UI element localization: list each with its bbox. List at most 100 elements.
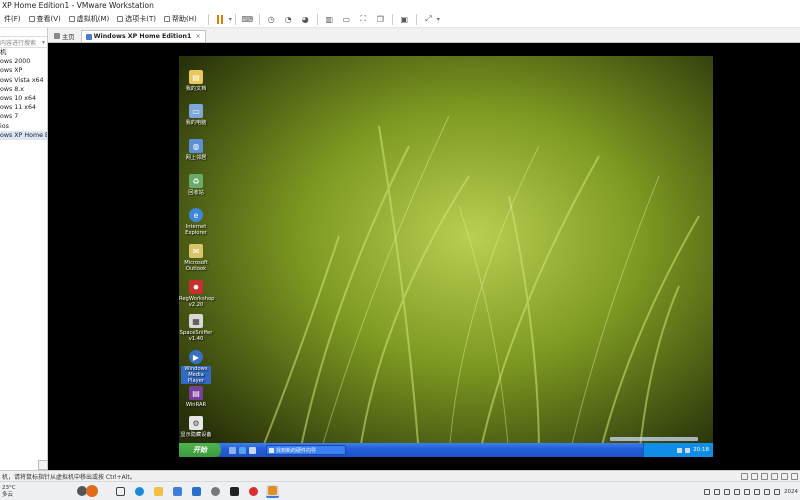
title-bar: XP Home Edition1 - VMware Workstation [0,0,800,11]
vmware-icon[interactable] [266,485,279,498]
guest-desktop[interactable]: ▤ 我的文档 ▭ 我的电脑 ◍ 网上邻居 ♻ 回收站 e Internet Ex… [179,56,713,457]
thumbnail-bar-icon[interactable]: ▭ [340,13,353,26]
desktop-icon-windows-media-player[interactable]: ▶ Windows Media Player [179,350,213,384]
network-adapter-icon[interactable] [761,472,768,480]
search-dropdown-icon[interactable]: ▾ [42,39,45,46]
tray-app-icon[interactable] [744,488,750,495]
tray-app-icon[interactable] [714,488,720,495]
toolbar-separator [316,13,318,25]
outlook-icon: ✉ [189,244,203,258]
start-button[interactable]: 开始 [179,443,221,457]
desktop-icon-internet-explorer[interactable]: e Internet Explorer [179,208,213,236]
device-icon: ⚙ [189,416,203,430]
desktop-icon-my-computer[interactable]: ▭ 我的电脑 [179,104,213,126]
unity-icon[interactable]: ❐ [374,13,387,26]
display-icon[interactable] [791,472,798,480]
library-item-macos[interactable]: ios [0,122,47,131]
task-view-icon[interactable] [114,485,127,498]
library-item-my-computer[interactable]: 机 [0,48,47,57]
tray-chevron-icon[interactable] [704,488,710,495]
desktop-icon-microsoft-outlook[interactable]: ✉ Microsoft Outlook [179,244,213,272]
send-ctrl-alt-del-icon[interactable]: ⌨ [241,13,254,26]
media-quicklaunch-icon[interactable] [249,446,256,454]
weather-widget[interactable]: 23°C 多云 [2,482,16,500]
stretch-guest-icon[interactable]: ⤢ [422,13,435,26]
library-panel: 内容进行搜索 ▾ 机 ows 2000 ows XP ows Vista x64… [0,28,48,470]
toolbar-separator [258,13,260,25]
terminal-icon[interactable] [228,485,241,498]
internet-explorer-icon: e [189,208,203,222]
weather-temperature: 23°C [2,484,16,491]
pinned-app-icons[interactable] [77,485,105,497]
vm-icon [68,16,75,22]
guest-taskbar: 开始 找到新的硬件向导 20:18 [179,443,713,457]
library-item-windows-2000[interactable]: ows 2000 [0,57,47,66]
scroll-right-button[interactable] [38,460,47,470]
store-icon[interactable] [171,485,184,498]
file-explorer-icon[interactable] [152,485,165,498]
edge-icon[interactable] [133,485,146,498]
menu-file[interactable]: 件(F) [0,11,25,28]
show-desktop-icon[interactable] [229,446,236,454]
library-item-windows-xp[interactable]: ows XP [0,66,47,75]
desktop-icon-network-places[interactable]: ◍ 网上邻居 [179,139,213,161]
library-item-windows-11[interactable]: ows 11 x64 [0,103,47,112]
hard-disk-icon[interactable] [741,472,748,480]
usb-icon[interactable] [771,472,778,480]
network-icon[interactable] [764,488,770,495]
desktop-icon-spacesniffer[interactable]: ▦ SpaceSniffer v1.40 [179,314,213,342]
show-library-icon[interactable]: ▥ [323,13,336,26]
snapshot-icon[interactable]: ◷ [265,13,278,26]
tab-vm[interactable]: Windows XP Home Edition1 × [80,30,206,42]
tray-app-icon[interactable] [724,488,730,495]
ie-quicklaunch-icon[interactable] [239,446,246,454]
wizard-icon [269,447,274,453]
library-item-windows-10[interactable]: ows 10 x64 [0,94,47,103]
toolbar-separator [207,13,209,25]
pause-button[interactable] [214,13,227,26]
tab-home[interactable]: 主页 [50,30,79,42]
desktop-icon-recycle-bin[interactable]: ♻ 回收站 [179,174,213,196]
library-item-windows-vista[interactable]: ows Vista x64 [0,76,47,85]
menu-help[interactable]: 帮助(H) [160,11,201,28]
tabs-icon [117,16,124,22]
pause-dropdown-icon[interactable]: ▾ [229,16,232,23]
winrar-icon: ▤ [189,386,203,400]
menu-vm[interactable]: 虚拟机(M) [65,11,114,28]
library-item-xp-home[interactable]: ows XP Home Ed [0,130,47,140]
mail-icon[interactable] [190,485,203,498]
settings-icon[interactable] [209,485,222,498]
tray-app-icon[interactable] [734,488,740,495]
desktop-icon-winrar[interactable]: ▤ WinRAR [179,386,213,408]
close-icon[interactable]: × [195,33,200,40]
vm-console[interactable]: ▤ 我的文档 ▭ 我的电脑 ◍ 网上邻居 ♻ 回收站 e Internet Ex… [48,43,800,470]
desktop-icon-show-hidden-devices[interactable]: ⚙ 显示隐藏设备 [179,416,213,438]
taskbar-task-hardware-wizard[interactable]: 找到新的硬件向导 [266,445,346,455]
toolbar-separator [391,13,393,25]
desktop-icon-my-documents[interactable]: ▤ 我的文档 [179,70,213,92]
system-tray: 20:18 [643,443,713,457]
volume-icon[interactable] [774,488,780,495]
host-clock[interactable]: 2024 [784,489,798,495]
console-view-icon[interactable]: ▣ [398,13,411,26]
volume-tray-icon[interactable] [685,447,691,453]
app-orange-icon [86,485,98,497]
library-search[interactable]: 内容进行搜索 ▾ [0,36,47,48]
guest-clock[interactable]: 20:18 [693,447,709,453]
desktop-icon-regworkshop[interactable]: ✸ RegWorkshop v2.20 [179,280,214,308]
network-tray-icon[interactable] [677,447,683,453]
host-system-tray: 2024 [704,482,800,500]
stretch-dropdown-icon[interactable]: ▾ [437,16,440,23]
sound-icon[interactable] [781,472,788,480]
spacesniffer-icon: ▦ [189,314,203,328]
menu-view[interactable]: 查看(V) [25,11,65,28]
library-item-windows-8[interactable]: ows 8.x [0,85,47,94]
recorder-icon[interactable] [247,485,260,498]
tray-app-icon[interactable] [754,488,760,495]
revert-snapshot-icon[interactable]: ◔ [282,13,295,26]
full-screen-icon[interactable]: ⛶ [357,13,370,26]
snapshot-manager-icon[interactable]: ◕ [299,13,312,26]
library-item-windows-7[interactable]: ows 7 [0,112,47,121]
menu-tabs[interactable]: 选项卡(T) [113,11,160,28]
cd-drive-icon[interactable] [751,472,758,480]
